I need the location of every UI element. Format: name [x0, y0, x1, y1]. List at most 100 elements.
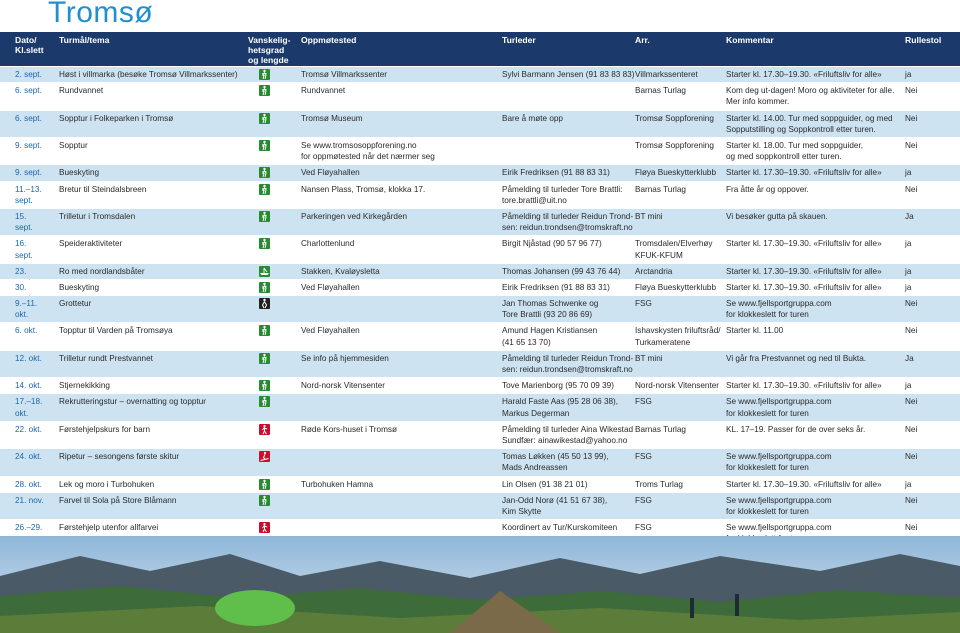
cell-rullestol: ja — [905, 70, 912, 79]
cell-arrangor: Troms Turlag — [635, 479, 683, 489]
cell-kommentar: KL. 17–19. Passer for de over seks år. — [726, 424, 866, 434]
ski-icon — [259, 451, 270, 463]
cell-kommentar: Fra åtte år og oppover. — [726, 184, 809, 194]
cell-tur: Bueskyting — [59, 168, 100, 178]
table-row: 14. okt. Stjernekikking Nord-norsk Vitense… — [0, 378, 960, 395]
hiker-icon — [259, 494, 270, 506]
page-title: Tromsø — [48, 0, 154, 29]
cell-kommentar: Kom deg ut-dagen! Moro og aktiviteter fo… — [726, 86, 895, 107]
table-row: 9. sept. Bueskyting Ved Fløyahallen Eirik F… — [0, 165, 960, 182]
cell-arrangor: Fløya Bueskytterklubb — [635, 282, 716, 292]
cell-arrangor: Barnas Turlag — [635, 86, 686, 96]
cell-date: 11.–13. sept. — [15, 184, 42, 205]
cell-tur: Førstehjelpskurs for barn — [59, 424, 151, 434]
cell-date: 14. okt. — [15, 381, 42, 391]
cell-kommentar: Vi går fra Prestvannet og ned til Bukta. — [726, 353, 867, 363]
cell-kommentar: Starter kl. 17.30–19.30. «Friluftsliv fo… — [726, 239, 882, 249]
cell-kommentar: Se www.fjellsportgruppa.com for klokkesl… — [726, 299, 832, 320]
hiker-icon — [259, 325, 270, 337]
cell-tur: Stjernekikking — [59, 381, 110, 391]
hiker-icon — [259, 167, 270, 179]
firstaid-icon — [259, 423, 270, 435]
cell-rullestol: ja — [905, 266, 912, 276]
cell-turleder: Birgit Njåstad (90 57 96 77) — [502, 239, 602, 249]
cell-oppmotested: Se info på hjemmesiden — [301, 353, 389, 363]
cell-oppmotested: Tromsø Museum — [301, 113, 363, 123]
header-date: Dato/ Kl.slett — [15, 35, 44, 55]
hiker-icon — [259, 478, 270, 490]
cell-oppmotested: Nansen Plass, Tromsø, klokka 17. — [301, 184, 426, 194]
cell-oppmotested: Stakken, Kvaløysletta — [301, 266, 380, 276]
hiker-icon — [259, 352, 270, 364]
cell-arrangor: FSG — [635, 452, 652, 462]
cell-date: 6. okt. — [15, 326, 38, 336]
landscape-photo — [0, 536, 960, 633]
cell-date: 2. sept. — [15, 70, 42, 79]
cell-rullestol: Nei — [905, 86, 918, 96]
cell-kommentar: Se www.fjellsportgruppa.com for klokkesl… — [726, 397, 832, 418]
cell-kommentar: Starter kl. 17.30–19.30. «Friluftsliv fo… — [726, 168, 882, 178]
cell-rullestol: Nei — [905, 140, 918, 150]
cell-kommentar: Starter kl. 18.00. Tur med soppguider, o… — [726, 140, 863, 162]
hiker-icon — [259, 238, 270, 250]
cell-oppmotested: Ved Fløyahallen — [301, 282, 360, 292]
cell-arrangor: FSG — [635, 299, 652, 309]
cell-oppmotested: Røde Kors-huset i Tromsø — [301, 424, 397, 434]
cell-turleder: Eirik Fredriksen (91 88 83 31) — [502, 168, 610, 178]
table-row: 22. okt. Førstehjelpskurs for barn Røde Ko… — [0, 421, 960, 450]
table-header: Dato/ Kl.slett Turmål/tema Vanskelig- he… — [0, 32, 960, 66]
table-row: 2. sept. Høst i villmarka (besøke Tromsø … — [0, 67, 960, 84]
cell-arrangor: FSG — [635, 397, 652, 407]
header-arr: Arr. — [635, 35, 650, 45]
cell-rullestol: ja — [905, 282, 912, 292]
cell-oppmotested: Parkeringen ved Kirkegården — [301, 211, 408, 221]
hiker-icon — [259, 281, 270, 293]
cell-arrangor: Tromsdalen/Elverhøy KFUK-KFUM — [635, 239, 713, 260]
cell-turleder: Bare å møte opp — [502, 113, 563, 123]
cell-turleder: Påmelding til turleder Reidun Trond- sen… — [502, 353, 634, 375]
cell-date: 17.–18. okt. — [15, 397, 43, 418]
cell-tur: Rundvannet — [59, 86, 104, 96]
table-row: 16. sept. Speideraktiviteter Charlottenlun… — [0, 236, 960, 264]
table-row: 12. okt. Trilletur rundt Prestvannet Se in… — [0, 350, 960, 379]
header-vansk: Vanskelig- hetsgrad og lengde — [248, 35, 291, 65]
cell-oppmotested: Tromsø Villmarkssenter — [301, 70, 387, 79]
cell-rullestol: Ja — [905, 353, 914, 363]
cell-arrangor: Barnas Turlag — [635, 424, 686, 434]
cell-kommentar: Starter kl. 17.30–19.30. «Friluftsliv fo… — [726, 381, 882, 391]
cell-rullestol: Nei — [905, 113, 918, 123]
cell-tur: Farvel til Sola på Store Blåmann — [59, 495, 177, 505]
cell-rullestol: Nei — [905, 452, 918, 462]
cell-oppmotested: Charlottenlund — [301, 239, 355, 249]
cell-kommentar: Starter kl. 17.30–19.30. «Friluftsliv fo… — [726, 70, 882, 79]
hiker-icon — [259, 210, 270, 222]
table-row: 6. sept. Rundvannet Rundvannet Barnas Turla… — [0, 83, 960, 111]
cell-date: 24. okt. — [15, 452, 42, 462]
cell-turleder: Tomas Løkken (45 50 13 99), Mads Andreas… — [502, 452, 609, 473]
cell-tur: Ro med nordlandsbåter — [59, 266, 145, 276]
cell-date: 15. sept. — [15, 211, 33, 233]
cell-arrangor: Arctandria — [635, 266, 673, 276]
cell-rullestol: Nei — [905, 299, 918, 309]
cell-rullestol: Nei — [905, 424, 918, 434]
cell-rullestol: ja — [905, 168, 912, 178]
cell-kommentar: Starter kl. 14.00. Tur med soppguider, o… — [726, 113, 893, 134]
cell-arrangor: FSG — [635, 523, 652, 533]
cell-oppmotested: Turbohuken Hamna — [301, 479, 374, 489]
cell-arrangor: Tromsø Soppforening — [635, 113, 714, 123]
cell-rullestol: ja — [905, 479, 912, 489]
table-row: 9.–11. okt. Grottetur Jan Thomas Schwenke … — [0, 296, 960, 324]
table-row: 24. okt. Ripetur – sesongens første skitu… — [0, 449, 960, 477]
cell-tur: Førstehjelp utenfor allfarvei — [59, 523, 159, 533]
cell-rullestol: Nei — [905, 523, 918, 533]
table-row: 23. sept.Ro med nordlandsbåterStakken, K… — [0, 263, 960, 287]
header-kom: Kommentar — [726, 35, 774, 45]
cell-tur: Topptur til Varden på Tromsøya — [59, 326, 173, 336]
hiker-icon — [259, 396, 270, 408]
cell-oppmotested: Rundvannet — [301, 86, 346, 96]
table-row: 9. sept. Sopptur Se www.tromsosoppforening… — [0, 137, 960, 166]
cell-kommentar: Se www.fjellsportgruppa.com for klokkesl… — [726, 452, 832, 473]
cell-tur: Speideraktiviteter — [59, 239, 123, 249]
table-row: 11.–13. sept. Bretur til Steindalsbreen Na… — [0, 181, 960, 209]
cell-date: 12. okt. — [15, 353, 42, 363]
